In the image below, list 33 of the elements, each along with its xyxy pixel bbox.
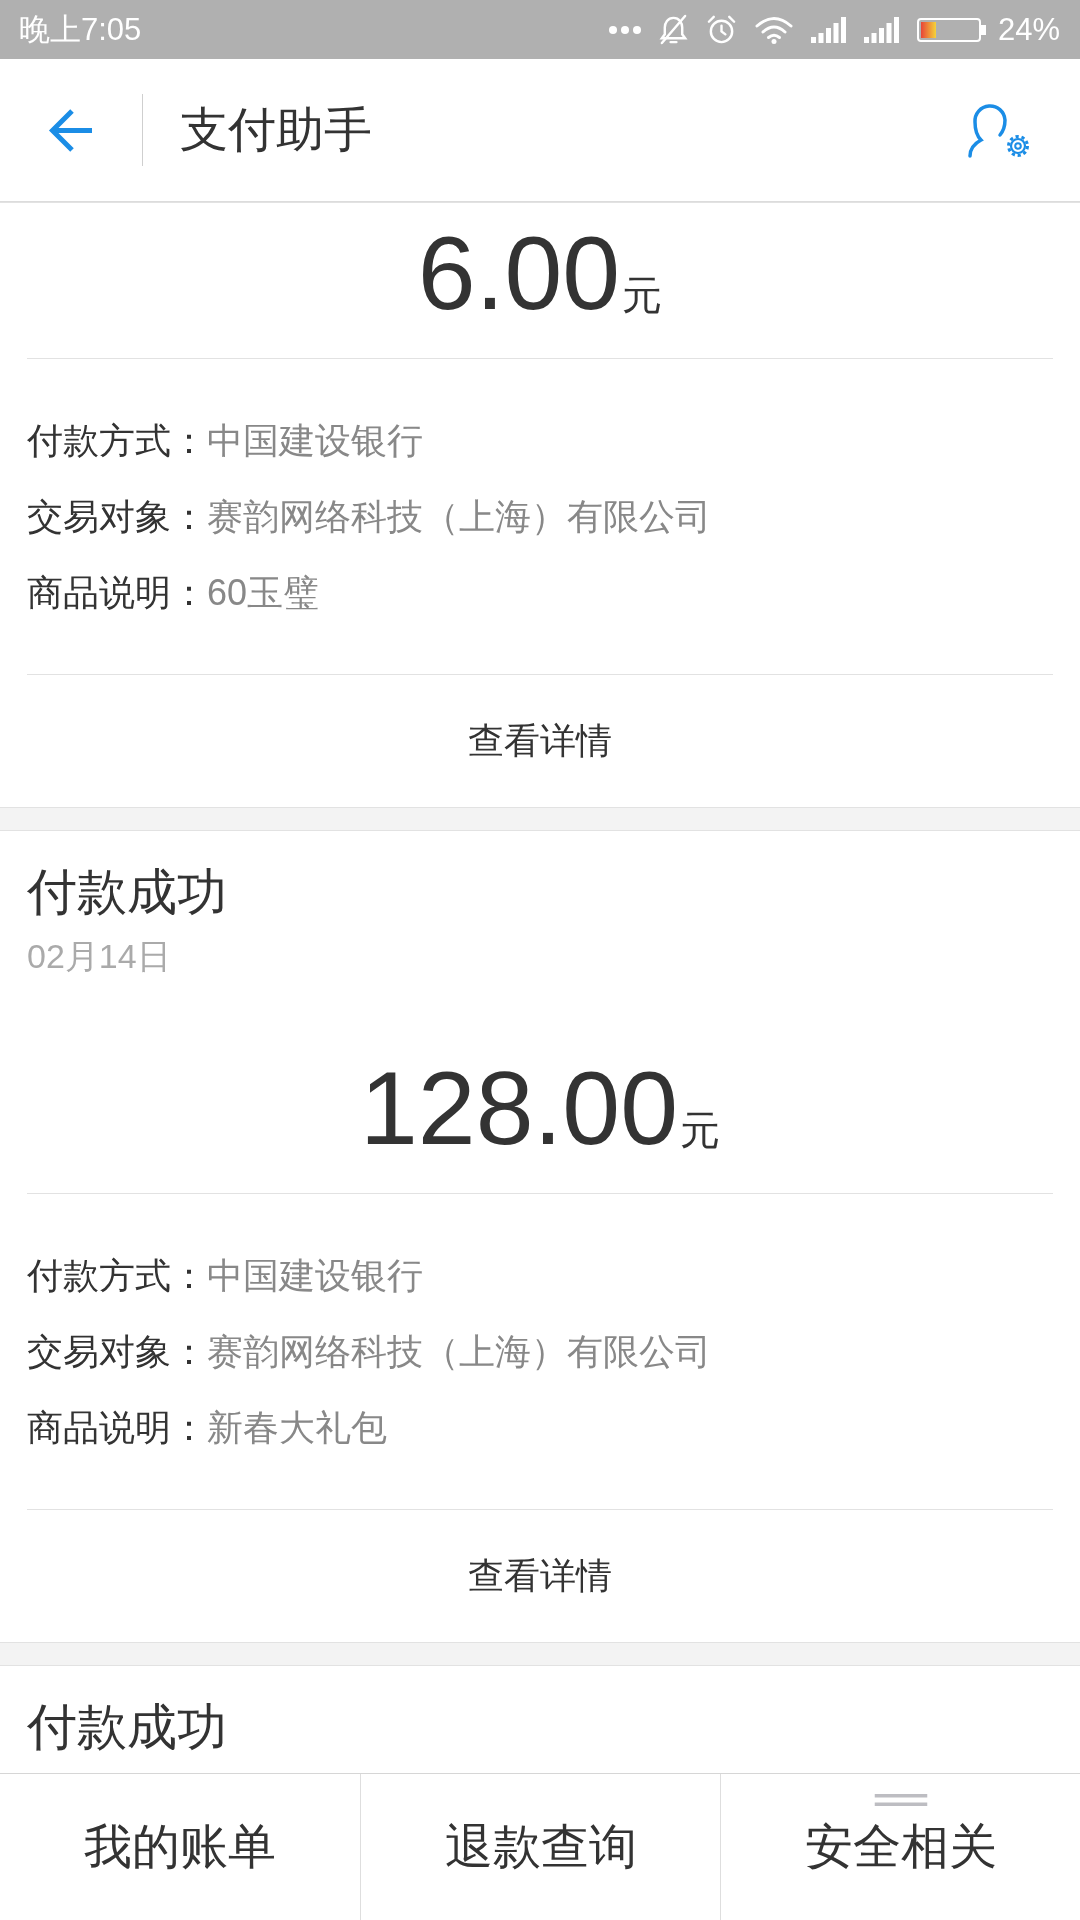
- currency-unit: 元: [680, 1109, 721, 1150]
- detail-label: 商品说明：: [27, 570, 207, 615]
- payment-amount: 128.00: [359, 1055, 679, 1160]
- payment-amount: 6.00: [417, 220, 621, 325]
- detail-label: 交易对象：: [27, 494, 207, 539]
- bell-off-icon: [657, 14, 689, 45]
- view-details-link[interactable]: 查看详情: [468, 1551, 612, 1601]
- double-line-icon: [874, 1794, 927, 1806]
- detail-label: 付款方式：: [27, 418, 207, 463]
- card-title: 付款成功: [27, 864, 227, 920]
- signal-icon: [863, 16, 900, 43]
- wifi-icon: [753, 15, 794, 44]
- detail-value: 60玉璧: [207, 570, 320, 615]
- status-time: 晚上7:05: [19, 10, 142, 49]
- detail-label: 交易对象：: [27, 1329, 207, 1374]
- signal-icon: [810, 16, 847, 43]
- detail-label: 付款方式：: [27, 1253, 207, 1298]
- battery-icon: [916, 17, 987, 42]
- detail-value: 赛韵网络科技（上海）有限公司: [207, 494, 711, 539]
- alarm-clock-icon: [705, 14, 737, 45]
- battery-percent: 24%: [997, 11, 1060, 48]
- detail-value: 中国建设银行: [207, 418, 423, 463]
- person-gear-icon[interactable]: [967, 101, 1031, 159]
- card-title: 付款成功: [27, 1699, 227, 1755]
- more-dots-icon: [608, 25, 641, 34]
- detail-value: 赛韵网络科技（上海）有限公司: [207, 1329, 711, 1374]
- detail-value: 中国建设银行: [207, 1253, 423, 1298]
- payment-date: 02月14日: [27, 936, 171, 977]
- currency-unit: 元: [622, 274, 663, 315]
- detail-value: 新春大礼包: [207, 1405, 387, 1450]
- view-details-link[interactable]: 查看详情: [468, 716, 612, 766]
- detail-label: 商品说明：: [27, 1405, 207, 1450]
- page-title: 支付助手: [180, 102, 372, 158]
